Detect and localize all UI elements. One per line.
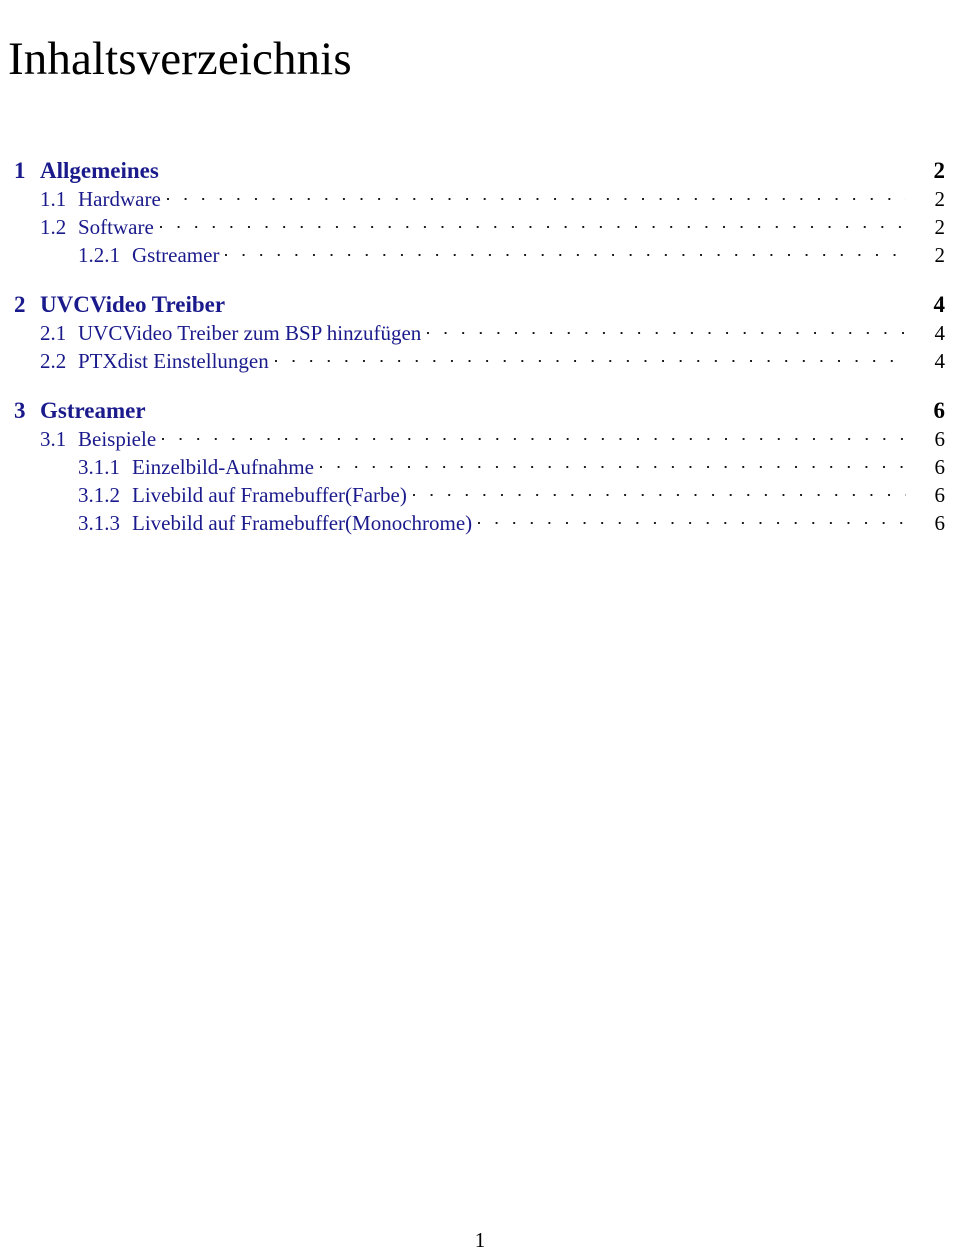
toc-entry-page-number: 2 bbox=[934, 187, 946, 211]
toc-entry-page-number: 4 bbox=[934, 349, 946, 373]
toc-entry[interactable]: 3 Gstreamer 6 bbox=[0, 395, 960, 425]
toc-entry-page-number: 6 bbox=[934, 427, 946, 451]
toc-entry-label: Gstreamer bbox=[132, 243, 220, 267]
toc-entry[interactable]: 3.1.3 Livebild auf Framebuffer(Monochrome… bbox=[0, 509, 960, 537]
toc-entry-page-number: 4 bbox=[933, 292, 946, 317]
toc-entry[interactable]: 3.1.1 Einzelbild-Aufnahme 6 bbox=[0, 453, 960, 481]
toc-entry-number: 1.2 bbox=[40, 215, 67, 239]
toc-entry[interactable]: 2 UVCVideo Treiber 4 bbox=[0, 289, 960, 319]
toc-entry-number: 3.1.2 bbox=[78, 483, 120, 507]
toc-entry-number: 2.2 bbox=[40, 349, 67, 373]
toc-entry-page-number: 2 bbox=[934, 215, 946, 239]
toc-entry[interactable]: 1.1 Hardware 2 bbox=[0, 185, 960, 213]
toc-entry-label: Beispiele bbox=[78, 427, 157, 451]
toc-entry-label: Gstreamer bbox=[40, 398, 146, 423]
toc-entry[interactable]: 2.1 UVCVideo Treiber zum BSP hinzufügen 4 bbox=[0, 319, 960, 347]
toc-entry[interactable]: 1 Allgemeines 2 bbox=[0, 155, 960, 185]
toc-entry[interactable]: 1.2.1 Gstreamer 2 bbox=[0, 241, 960, 269]
toc-dot-leader bbox=[162, 425, 906, 446]
document-page: Inhaltsverzeichnis 1 Allgemeines 2 1.1 Hardw… bbox=[0, 0, 960, 1259]
toc-entry[interactable]: 2.2 PTXdist Einstellungen 4 bbox=[0, 347, 960, 375]
toc-dot-leader bbox=[159, 213, 906, 234]
toc-entry-number: 1.1 bbox=[40, 187, 67, 211]
toc-dot-leader bbox=[274, 347, 906, 368]
toc-entry-label: Allgemeines bbox=[40, 158, 159, 183]
toc-entry-label: UVCVideo Treiber zum BSP hinzufügen bbox=[78, 321, 422, 345]
toc-entry-label: Hardware bbox=[78, 187, 161, 211]
toc-entry-page-number: 6 bbox=[934, 511, 946, 535]
toc-entry-number: 1 bbox=[14, 158, 26, 183]
toc-entry-number: 2 bbox=[14, 292, 26, 317]
toc-entry-page-number: 2 bbox=[933, 158, 946, 183]
toc-dot-leader bbox=[478, 509, 906, 530]
toc-entry-page-number: 6 bbox=[934, 483, 946, 507]
toc-dot-leader bbox=[319, 453, 906, 474]
page-title: Inhaltsverzeichnis bbox=[8, 33, 352, 86]
toc-dot-leader bbox=[427, 319, 906, 340]
toc-entry-number: 2.1 bbox=[40, 321, 67, 345]
toc-dot-leader bbox=[231, 289, 906, 312]
toc-entry-label: Software bbox=[78, 215, 154, 239]
toc-dot-leader bbox=[412, 481, 906, 502]
toc-entry[interactable]: 3.1 Beispiele 6 bbox=[0, 425, 960, 453]
toc-dot-leader bbox=[165, 155, 906, 178]
toc-entry-label: Livebild auf Framebuffer(Farbe) bbox=[132, 483, 407, 507]
toc-entry-number: 3 bbox=[14, 398, 26, 423]
toc-entry-label: Livebild auf Framebuffer(Monochrome) bbox=[132, 511, 473, 535]
toc-dot-leader bbox=[152, 395, 906, 418]
toc-entry-number: 3.1 bbox=[40, 427, 67, 451]
toc-entry[interactable]: 3.1.2 Livebild auf Framebuffer(Farbe) 6 bbox=[0, 481, 960, 509]
toc-entry-page-number: 6 bbox=[934, 455, 946, 479]
table-of-contents: 1 Allgemeines 2 1.1 Hardware 2 1.2 Software 2 1.2… bbox=[0, 155, 960, 537]
toc-entry-number: 3.1.1 bbox=[78, 455, 120, 479]
toc-entry-page-number: 2 bbox=[934, 243, 946, 267]
footer-page-number: 1 bbox=[474, 1228, 486, 1252]
toc-entry-label: UVCVideo Treiber bbox=[40, 292, 226, 317]
toc-entry-label: PTXdist Einstellungen bbox=[78, 349, 269, 373]
toc-dot-leader bbox=[166, 185, 906, 206]
toc-entry-page-number: 6 bbox=[933, 398, 946, 423]
toc-entry-page-number: 4 bbox=[934, 321, 946, 345]
toc-entry-number: 3.1.3 bbox=[78, 511, 120, 535]
toc-entry-number: 1.2.1 bbox=[78, 243, 120, 267]
toc-entry[interactable]: 1.2 Software 2 bbox=[0, 213, 960, 241]
toc-entry-label: Einzelbild-Aufnahme bbox=[132, 455, 314, 479]
toc-dot-leader bbox=[225, 241, 906, 262]
